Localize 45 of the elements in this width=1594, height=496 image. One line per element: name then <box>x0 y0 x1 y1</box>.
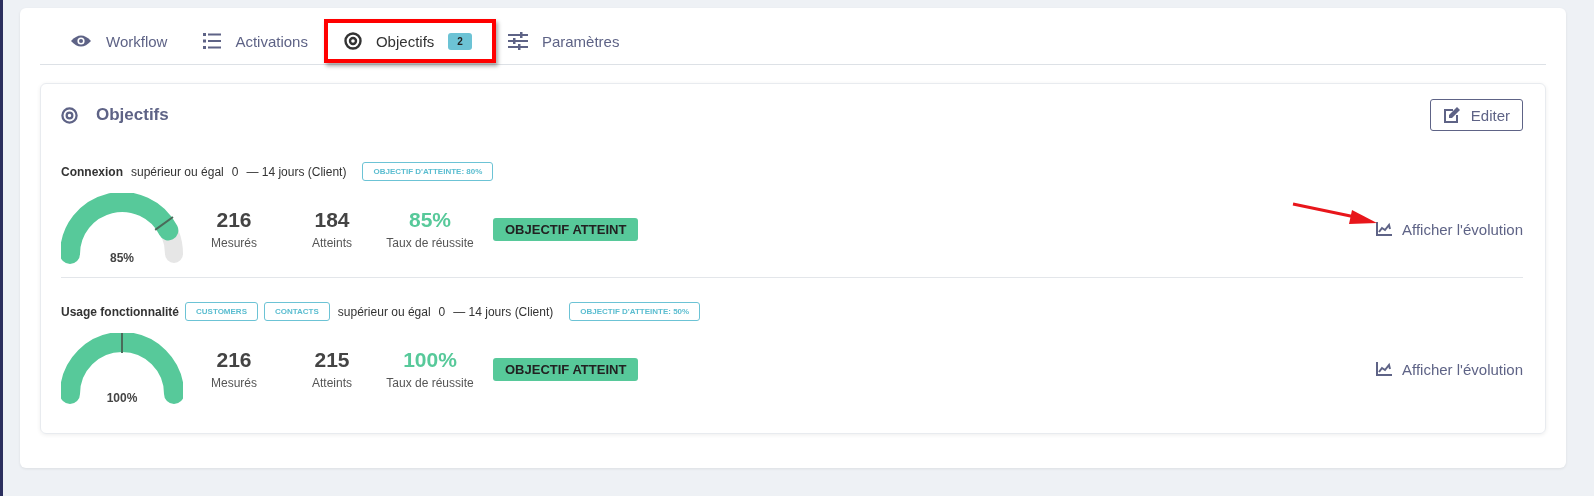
goal-period: — 14 jours (Client) <box>246 164 347 179</box>
tag: CONTACTS <box>264 302 330 321</box>
target-icon <box>61 106 78 124</box>
chart-icon <box>1376 362 1392 376</box>
stat-value: 215 <box>314 348 350 372</box>
status-badge: OBJECTIF ATTEINT <box>493 217 639 241</box>
edit-button[interactable]: Editer <box>1429 99 1523 131</box>
evolution-link[interactable]: Afficher l'évolution <box>1376 360 1523 378</box>
target-icon <box>343 32 362 50</box>
goal-name: Usage fonctionnalité <box>61 304 179 319</box>
tag: CUSTOMERS <box>185 302 258 321</box>
goal-condition: supérieur ou égal <box>337 304 431 319</box>
stat-label: Mesurés <box>211 376 257 390</box>
gauge-reading: 100% <box>105 391 139 405</box>
goal-condition: supérieur ou égal <box>131 164 224 179</box>
chart-icon <box>1376 222 1392 236</box>
stat-label: Taux de réussite <box>386 236 474 250</box>
stat-value: 100% <box>403 348 457 372</box>
goal-period: — 14 jours (Client) <box>453 304 554 319</box>
list-icon <box>203 33 222 49</box>
tab[interactable]: Paramètres <box>507 32 620 50</box>
stat-value: 216 <box>216 208 252 232</box>
status-badge: OBJECTIF ATTEINT <box>493 357 639 381</box>
panel-title: Objectifs <box>96 105 169 125</box>
goal-value: 0 <box>231 164 239 179</box>
gauge-reading: 85% <box>109 251 135 265</box>
eye-icon <box>70 34 92 48</box>
sliders-icon <box>507 32 528 50</box>
stat-label: Atteints <box>312 376 352 390</box>
edit-icon <box>1442 106 1461 124</box>
tab[interactable]: Objectifs 2 <box>343 32 472 50</box>
goal-name: Connexion <box>61 164 123 179</box>
target-tag: OBJECTIF D'ATTEINTE: 80% <box>362 162 494 181</box>
stat-value: 184 <box>314 208 350 232</box>
tab[interactable]: Activations <box>203 32 308 50</box>
stat-value: 85% <box>409 208 451 232</box>
tab[interactable]: Workflow <box>70 32 168 50</box>
target-tag: OBJECTIF D'ATTEINTE: 50% <box>569 302 701 321</box>
stat-label: Atteints <box>312 236 352 250</box>
stat-value: 216 <box>216 348 252 372</box>
evolution-link[interactable]: Afficher l'évolution <box>1376 220 1523 238</box>
stat-label: Mesurés <box>211 236 257 250</box>
count-badge: 2 <box>448 32 472 50</box>
stat-label: Taux de réussite <box>386 376 474 390</box>
goal-value: 0 <box>438 304 446 319</box>
